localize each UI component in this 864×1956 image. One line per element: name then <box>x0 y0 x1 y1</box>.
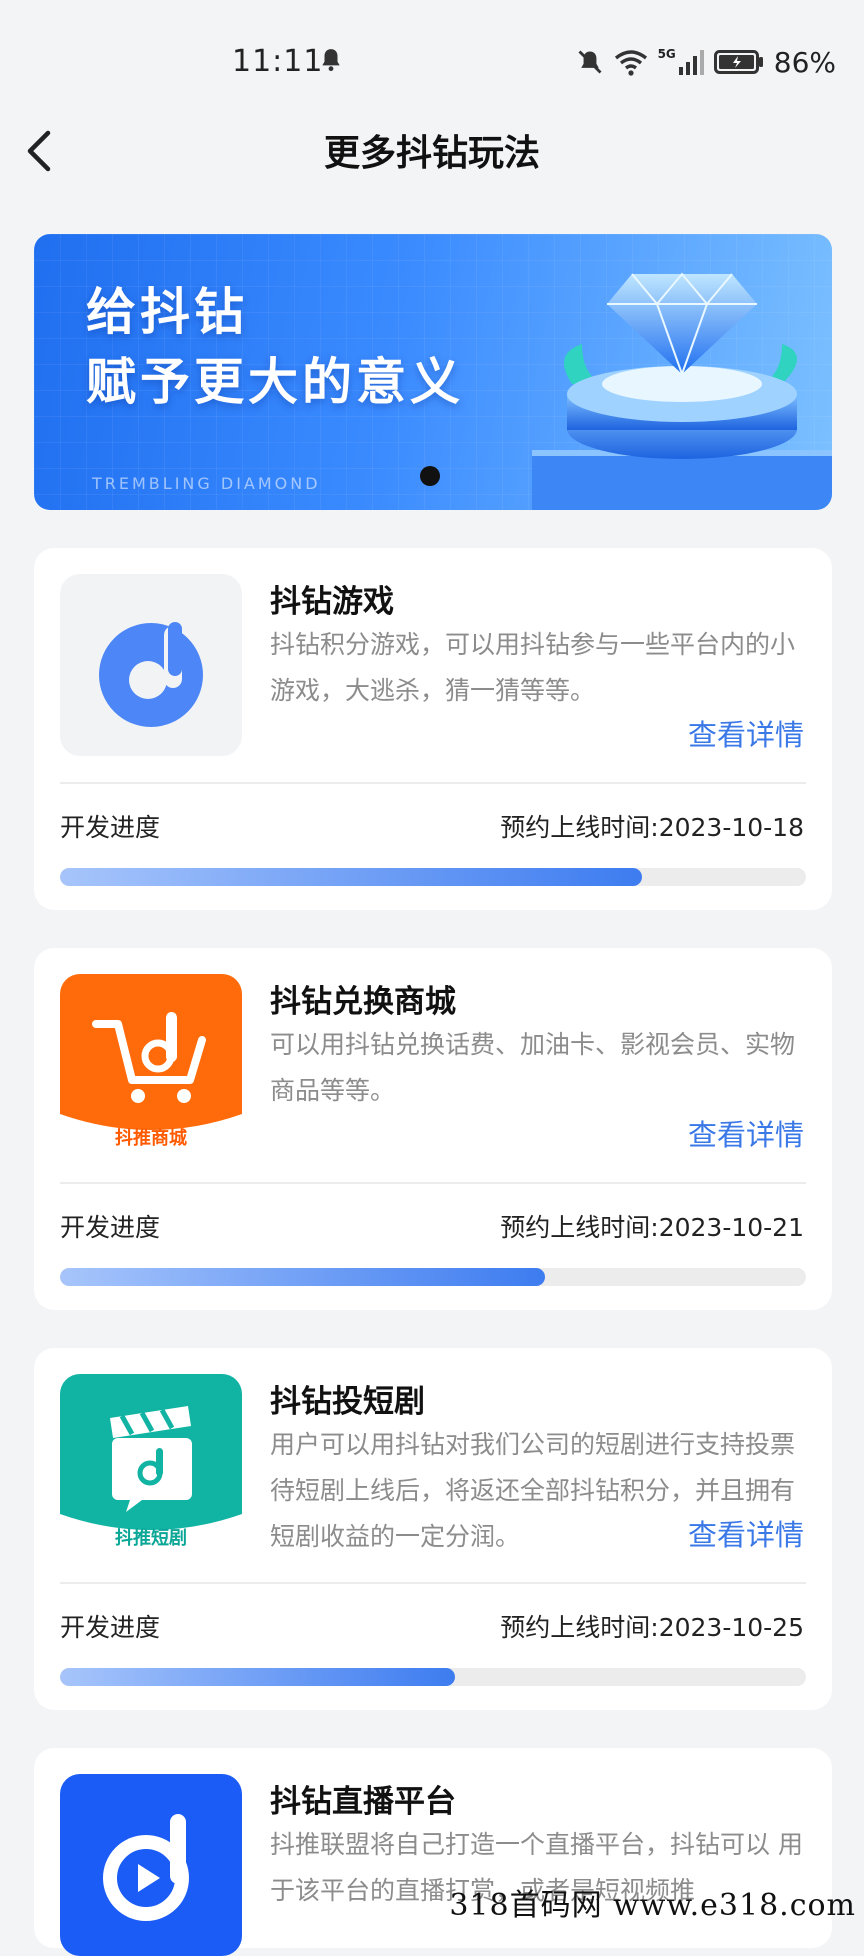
progress-fill <box>60 1268 545 1286</box>
status-bar: 11:11 5G 86% <box>0 0 864 120</box>
card-description: 抖钻积分游戏，可以用抖钻参与一些平台内的小游戏，大逃杀，猜一猜等等。 <box>270 630 796 705</box>
progress-bar <box>60 1268 806 1286</box>
card-icon-container <box>60 574 242 756</box>
launch-date: 预约上线时间:2023-10-18 <box>500 813 804 842</box>
banner-headline-2: 赋予更大的意义 <box>86 353 464 411</box>
status-right-group: 5G 86% <box>576 44 836 80</box>
banner-headline-1: 给抖钻 <box>86 283 248 341</box>
view-details-link[interactable]: 查看详情 <box>688 1112 804 1154</box>
card-description: 可以用抖钻兑换话费、加油卡、影视会员、实物商品等等。 <box>270 1030 796 1105</box>
diamond-pedestal-icon <box>532 272 832 510</box>
feature-card-game: 抖钻游戏 抖钻积分游戏，可以用抖钻参与一些平台内的小游戏，大逃杀，猜一猜等等。 … <box>34 548 832 910</box>
signal-icon <box>678 50 704 75</box>
progress-label: 开发进度 <box>60 1213 161 1242</box>
launch-date: 预约上线时间:2023-10-21 <box>500 1213 804 1242</box>
progress-bar <box>60 868 806 886</box>
feature-card-mall: 抖推商城 抖钻兑换商城 可以用抖钻兑换话费、加油卡、影视会员、实物商品等等。 查… <box>34 948 832 1310</box>
network-type: 5G <box>657 47 676 61</box>
card-title: 抖钻兑换商城 <box>270 984 456 1020</box>
watermark: 318首码网 www.e318.com <box>449 1888 856 1923</box>
progress-label: 开发进度 <box>60 1613 161 1642</box>
carousel-indicator-dot[interactable] <box>420 466 440 486</box>
battery-level: 86% <box>773 45 836 79</box>
view-details-link[interactable]: 查看详情 <box>679 1512 804 1554</box>
battery-icon <box>713 50 763 74</box>
banner-carousel[interactable]: 给抖钻 赋予更大的意义 TREMBLING DIAMOND <box>34 234 832 510</box>
card-title: 抖钻游戏 <box>270 584 394 620</box>
card-divider <box>60 782 806 784</box>
progress-fill <box>60 1668 456 1686</box>
view-details-link[interactable]: 查看详情 <box>688 712 804 754</box>
card-divider <box>60 1582 806 1584</box>
mute-icon <box>578 50 602 74</box>
nav-bar: 更多抖钻玩法 <box>0 110 864 190</box>
progress-fill <box>60 868 642 886</box>
wifi-icon <box>614 50 647 76</box>
music-note-d-icon <box>99 622 203 727</box>
icon-caption: 抖推商城 <box>115 1128 187 1149</box>
page-title: 更多抖钻玩法 <box>323 133 540 174</box>
launch-date: 预约上线时间:2023-10-25 <box>500 1613 804 1642</box>
card-divider <box>60 1182 806 1184</box>
progress-label: 开发进度 <box>60 813 161 842</box>
card-icon-container <box>60 1774 242 1956</box>
feature-card-short-drama: 抖推短剧 抖钻投短剧 用户可以用抖钻对我们公司的短剧进行支持投票待短剧上线后，将… <box>34 1348 832 1710</box>
card-title: 抖钻投短剧 <box>270 1384 425 1420</box>
icon-caption: 抖推短剧 <box>115 1528 187 1549</box>
card-icon-container: 抖推商城 <box>60 974 242 1156</box>
play-d-icon <box>103 1814 189 1921</box>
progress-bar <box>60 1668 806 1686</box>
status-time: 11:11 <box>232 44 324 79</box>
card-icon-container: 抖推短剧 <box>60 1374 242 1556</box>
bell-icon <box>322 49 340 72</box>
banner-subtitle: TREMBLING DIAMOND <box>92 474 321 493</box>
card-title: 抖钻直播平台 <box>270 1784 456 1820</box>
